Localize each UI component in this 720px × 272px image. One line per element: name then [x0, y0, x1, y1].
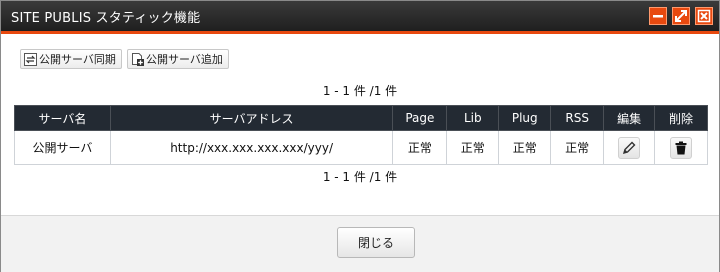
pager-top: 1 - 1 件 /1 件	[322, 84, 398, 98]
dialog-footer: 閉じる	[1, 215, 719, 272]
delete-cell	[654, 130, 708, 165]
column-header-server-name: サーバ名	[14, 105, 111, 131]
window-title: SITE PUBLIS スタティック機能	[11, 11, 201, 26]
sync-servers-label: 公開サーバ同期	[39, 53, 116, 66]
close-icon[interactable]	[695, 7, 713, 25]
column-header-server-address: サーバアドレス	[109, 105, 394, 131]
dialog-window: SITE PUBLIS スタティック機能 公開サーバ同期 公開サーバ追加 1 -…	[0, 0, 720, 272]
title-bar[interactable]: SITE PUBLIS スタティック機能	[1, 1, 719, 34]
table-row: 公開サーバ http://xxx.xxx.xxx.xxx/yyy/ 正常 正常 …	[14, 130, 708, 165]
close-button[interactable]: 閉じる	[337, 227, 415, 258]
delete-button[interactable]	[670, 136, 693, 159]
dialog-body: 公開サーバ同期 公開サーバ追加 1 - 1 件 /1 件 サーバ名 サーバアドレ…	[1, 34, 719, 215]
column-header-rss: RSS	[550, 105, 605, 131]
minimize-icon[interactable]	[649, 7, 667, 25]
server-name-cell: 公開サーバ	[14, 130, 111, 165]
server-table: サーバ名 サーバアドレス Page Lib Plug RSS 編集 削除 公開サ…	[14, 105, 708, 165]
sync-servers-button[interactable]: 公開サーバ同期	[20, 49, 122, 69]
column-header-delete: 削除	[654, 105, 708, 131]
column-header-page: Page	[392, 105, 448, 131]
trash-icon	[675, 141, 687, 154]
server-address-cell: http://xxx.xxx.xxx.xxx/yyy/	[109, 130, 394, 165]
plug-status-cell: 正常	[498, 130, 552, 165]
add-server-button[interactable]: 公開サーバ追加	[127, 49, 229, 69]
column-header-plug: Plug	[498, 105, 552, 131]
pencil-icon	[623, 141, 636, 154]
column-header-lib: Lib	[446, 105, 500, 131]
maximize-icon[interactable]	[672, 7, 690, 25]
sync-icon	[24, 52, 37, 66]
edit-button[interactable]	[618, 136, 641, 159]
lib-status-cell: 正常	[446, 130, 500, 165]
add-server-label: 公開サーバ追加	[146, 53, 223, 66]
pager-bottom: 1 - 1 件 /1 件	[322, 170, 398, 184]
page-status-cell: 正常	[392, 130, 448, 165]
table-header-row: サーバ名 サーバアドレス Page Lib Plug RSS 編集 削除	[14, 105, 708, 131]
add-page-icon	[131, 52, 144, 66]
rss-status-cell: 正常	[550, 130, 605, 165]
edit-cell	[603, 130, 656, 165]
column-header-edit: 編集	[603, 105, 656, 131]
